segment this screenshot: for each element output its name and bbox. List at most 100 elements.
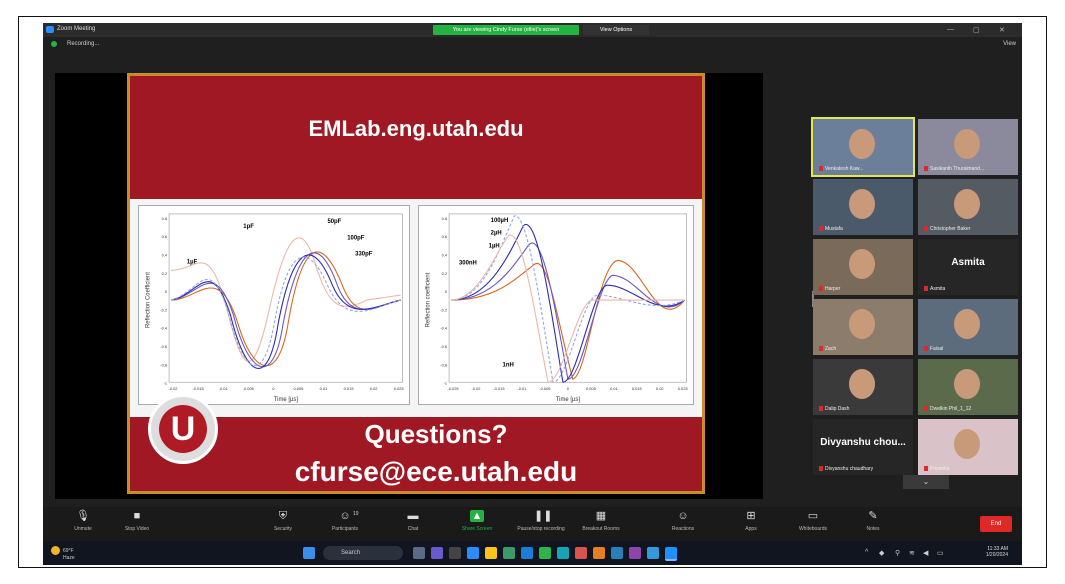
toolbar-label: Notes: [866, 526, 880, 532]
taskbar-search[interactable]: Search: [323, 546, 403, 560]
task-view-icon[interactable]: [449, 547, 461, 559]
participant-tile[interactable]: Dwelkin Phil_1_12: [918, 359, 1018, 415]
participant-name: Faisal: [930, 346, 944, 352]
participant-tile[interactable]: Priyanka: [918, 419, 1018, 475]
x-tick-label: -0.025: [447, 386, 459, 391]
muted-mic-icon: [924, 406, 928, 412]
muted-mic-icon: [819, 286, 823, 292]
toolbar-shield-button[interactable]: ⛨ Security: [253, 510, 313, 532]
participant-name-label: Dwelkin Phil_1_12: [924, 406, 971, 412]
maximize-icon[interactable]: ▢: [973, 26, 980, 34]
reactions-icon: ☺: [677, 510, 689, 522]
participant-tile[interactable]: Zach: [813, 299, 913, 355]
location-icon[interactable]: ⚲: [895, 549, 900, 557]
participant-tile[interactable]: Divyanshu chou... Divyanshu chaudhary: [813, 419, 913, 475]
y-tick-label: -0.6: [440, 344, 448, 349]
pause-record-icon: ❚❚: [534, 510, 553, 522]
x-tick-label: 0.005: [586, 386, 597, 391]
label-50pF: 50pF: [327, 219, 341, 225]
volume-icon[interactable]: ◀: [923, 549, 928, 557]
battery-icon[interactable]: ▭: [937, 549, 944, 557]
file-explorer-icon[interactable]: [485, 547, 497, 559]
teams-icon[interactable]: [431, 547, 443, 559]
app-icon-5[interactable]: [647, 547, 659, 559]
active-app-icon[interactable]: [665, 547, 677, 561]
zoom-taskbar-icon[interactable]: [467, 547, 479, 559]
y-tick-label: 0: [445, 289, 448, 294]
label-330pF: 330pF: [355, 252, 373, 258]
label-1uF: 1µF: [187, 259, 198, 265]
participant-tile[interactable]: Christopher Baker: [918, 179, 1018, 235]
whatsapp-icon[interactable]: [539, 547, 551, 559]
participant-tile[interactable]: Sasikanth Thuraimand...: [918, 119, 1018, 175]
toolbar-participants-button[interactable]: ☺ 19 Participants: [315, 510, 375, 532]
clock-date: 1/20/2024: [985, 552, 1008, 558]
toolbar-video-camera-button[interactable]: ■ Stop Video: [107, 510, 167, 532]
app-icon-3[interactable]: [611, 547, 623, 559]
participant-name: Divyanshu chaudhary: [825, 466, 874, 472]
minimize-icon[interactable]: —: [947, 26, 954, 33]
toolbar-whiteboard-button[interactable]: ▭ Whiteboards: [783, 510, 843, 532]
muted-mic-icon: [924, 166, 928, 172]
video-camera-icon: ■: [133, 510, 141, 522]
x-tick-label: -0.005: [243, 386, 255, 391]
toolbar-chat-button[interactable]: ▬ Chat: [383, 510, 443, 532]
toolbar-pause-record-button[interactable]: ❚❚ Pause/stop recording: [511, 510, 571, 532]
recording-label[interactable]: Recording...: [67, 41, 99, 47]
participant-name-label: Asmita: [924, 286, 945, 292]
label-100pF: 100pF: [347, 236, 365, 242]
app-icon-2[interactable]: [593, 547, 605, 559]
participant-name: Zach: [825, 346, 837, 352]
share-banner: You are viewing Cindy Furse (ellie)'s sc…: [433, 25, 579, 35]
app-icon-1[interactable]: [575, 547, 587, 559]
y-tick-label: -1: [444, 381, 448, 386]
network-icon[interactable]: ◆: [879, 549, 884, 557]
participant-tile[interactable]: Harper: [813, 239, 913, 295]
toolbar-breakout-button[interactable]: ▦ Breakout Rooms: [571, 510, 631, 532]
gallery-next-page-icon[interactable]: ⌄: [903, 475, 949, 489]
app-icon-4[interactable]: [629, 547, 641, 559]
system-clock[interactable]: 11:33 AM 1/20/2024: [986, 546, 1008, 558]
participant-tile[interactable]: Mustafa: [813, 179, 913, 235]
toolbar-share-screen-button[interactable]: ▲ Share Screen: [447, 510, 507, 532]
x-tick-label: 0.025: [678, 386, 689, 391]
y-tick-label: 0.8: [442, 216, 448, 221]
participant-name: Dwelkin Phil_1_12: [930, 406, 972, 412]
end-meeting-button[interactable]: End: [980, 516, 1012, 532]
y-tick-label: 0.8: [162, 216, 168, 221]
widgets-icon[interactable]: [413, 547, 425, 559]
view-options-button[interactable]: View Options: [583, 25, 649, 35]
muted-mic-icon: [924, 226, 928, 232]
toolbar-apps-button[interactable]: ⊞ Apps: [721, 510, 781, 532]
tray-overflow-icon[interactable]: ^: [865, 549, 868, 556]
weather-widget[interactable]: 69°F Haze: [51, 546, 75, 561]
view-button[interactable]: View: [1003, 41, 1016, 47]
toolbar-notes-button[interactable]: ✎ Notes: [843, 510, 903, 532]
label-300nH: 300nH: [459, 260, 477, 266]
close-icon[interactable]: ✕: [999, 26, 1005, 34]
muted-mic-icon: [924, 466, 928, 472]
wifi-icon[interactable]: ≋: [909, 549, 915, 557]
title-bar: Zoom Meeting You are viewing Cindy Furse…: [43, 23, 1022, 37]
x-tick-label: 0.01: [320, 386, 328, 391]
participant-tile[interactable]: Venkatesh Kaw...: [811, 117, 915, 177]
x-tick-label: -0.01: [219, 386, 228, 391]
x-tick-label: 0.005: [293, 386, 304, 391]
edge-icon[interactable]: [557, 547, 569, 559]
toolbar-microphone-button[interactable]: 🎙 Unmute: [53, 510, 113, 532]
x-tick-label: -0.01: [517, 386, 526, 391]
participant-tile[interactable]: Asmita Asmita: [918, 239, 1018, 295]
participant-video: [849, 369, 875, 399]
participant-name-label: Mustafa: [819, 226, 843, 232]
start-icon[interactable]: [303, 547, 315, 559]
windows-taskbar: 69°F Haze Search ^ ◆ ⚲ ≋ ◀ ▭ 11:33 AM 1/…: [43, 541, 1022, 565]
questions-text: Questions?: [364, 419, 508, 449]
outlook-icon[interactable]: [521, 547, 533, 559]
participant-name-label: Dalip Dash: [819, 406, 849, 412]
toolbar-label: Pause/stop recording: [517, 526, 565, 532]
chrome-icon[interactable]: [503, 547, 515, 559]
participant-tile[interactable]: Faisal: [918, 299, 1018, 355]
participant-tile[interactable]: Dalip Dash: [813, 359, 913, 415]
chat-icon: ▬: [407, 510, 419, 522]
toolbar-reactions-button[interactable]: ☺ Reactions: [653, 510, 713, 532]
